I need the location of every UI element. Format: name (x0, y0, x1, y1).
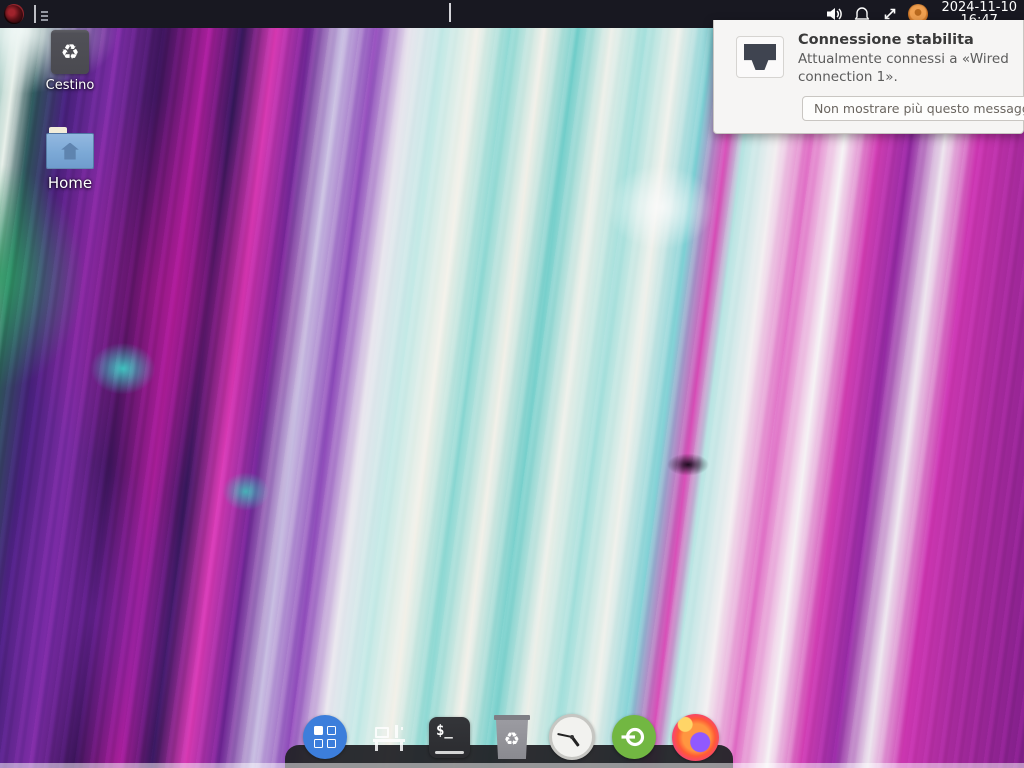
desktop-icon-label: Cestino (46, 78, 95, 93)
desktop-screen: 2024-11-10 16:47 ♻ Cestino Home Connessi… (0, 0, 1024, 768)
house-glyph (61, 143, 80, 160)
dock-workspaces-button[interactable] (372, 720, 406, 754)
trash-icon: ♻ (51, 30, 89, 74)
desktop-icon-home[interactable]: Home (42, 126, 98, 192)
notification-text: Connessione stabilita Attualmente connes… (798, 32, 1009, 86)
dock-terminal-button[interactable]: $_ (429, 717, 470, 758)
desktop-icon-trash[interactable]: ♻ Cestino (42, 30, 98, 93)
window-list-icon[interactable] (34, 4, 52, 24)
workspaces-icon (375, 727, 389, 738)
dock-software-updater-button[interactable] (612, 715, 656, 759)
home-folder-icon (46, 126, 94, 170)
updater-icon (619, 722, 649, 752)
dock-app-menu-button[interactable] (303, 715, 347, 759)
desktop-icon-label: Home (48, 174, 92, 192)
terminal-prompt-glyph: $_ (436, 723, 453, 739)
window-list-bar (34, 5, 36, 23)
panel-caret (449, 3, 451, 22)
dock-clock-button[interactable] (549, 714, 595, 760)
notification-popup: Connessione stabilita Attualmente connes… (713, 20, 1024, 134)
dismiss-notification-button[interactable]: Non mostrare più questo messaggio (802, 96, 1024, 121)
panel-left (0, 4, 52, 24)
notification-title: Connessione stabilita (798, 32, 1009, 48)
app-grid-icon (314, 726, 336, 748)
notification-body: Attualmente connessi a «Wired connection… (798, 50, 1009, 86)
dock-trash-button[interactable]: ♻ (493, 715, 531, 759)
dock-firefox-button[interactable] (672, 714, 719, 761)
trash-icon: ♻ (495, 720, 529, 759)
wired-network-icon (736, 36, 784, 78)
recycle-glyph: ♻ (61, 42, 80, 63)
notification-actions: Non mostrare più questo messaggio (732, 86, 1009, 121)
distro-logo-icon[interactable] (4, 4, 24, 24)
recycle-glyph: ♻ (504, 731, 520, 749)
bottom-edge-strip (0, 763, 1024, 768)
